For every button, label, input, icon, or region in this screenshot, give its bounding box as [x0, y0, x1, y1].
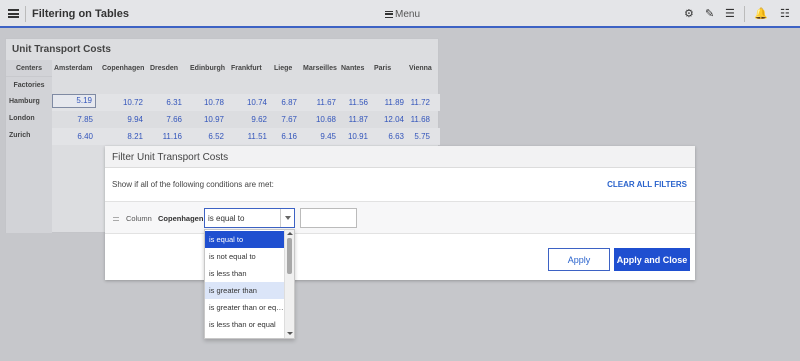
- dropdown-option[interactable]: is equal to: [205, 231, 285, 248]
- hamburger-icon[interactable]: [8, 9, 19, 18]
- filter-dialog: Filter Unit Transport Costs Show if all …: [105, 146, 695, 280]
- menu-label: Menu: [395, 9, 421, 20]
- table-cell[interactable]: 7.66: [138, 115, 182, 124]
- row-header: Hamburg: [9, 98, 40, 105]
- page-title: Filtering on Tables: [32, 8, 129, 20]
- apply-and-close-button[interactable]: Apply and Close: [614, 248, 690, 271]
- table-cell[interactable]: 6.16: [253, 132, 297, 141]
- dropdown-option[interactable]: is greater than: [205, 282, 285, 299]
- apply-button[interactable]: Apply: [548, 248, 610, 271]
- column-header[interactable]: Dresden: [150, 60, 178, 77]
- dropdown-scrollbar[interactable]: [284, 230, 294, 338]
- row-header: London: [9, 115, 35, 122]
- dropdown-option[interactable]: is greater than or equal: [205, 299, 285, 316]
- operator-select[interactable]: is equal to: [204, 208, 295, 228]
- gear-icon[interactable]: ⚙: [684, 7, 694, 21]
- column-header[interactable]: Copenhagen: [102, 60, 144, 77]
- menu-button[interactable]: Menu: [385, 9, 420, 20]
- dropdown-option[interactable]: is less than or equal: [205, 316, 285, 333]
- table-cell[interactable]: 11.16: [138, 132, 182, 141]
- table-cell[interactable]: 6.52: [180, 132, 224, 141]
- list-icon[interactable]: ☰: [725, 7, 735, 21]
- table-cell[interactable]: 11.72: [386, 98, 430, 107]
- clear-all-filters-link[interactable]: CLEAR ALL FILTERS: [607, 180, 687, 189]
- column-header[interactable]: Nantes: [341, 60, 364, 77]
- toolbar-divider: [744, 6, 745, 22]
- pencil-icon[interactable]: ✎: [705, 7, 714, 21]
- table-cell[interactable]: 9.94: [99, 115, 143, 124]
- column-label: Column: [126, 214, 152, 223]
- row-header: Zurich: [9, 132, 31, 139]
- table-title: Unit Transport Costs: [12, 44, 111, 55]
- table-cell[interactable]: 6.87: [253, 98, 297, 107]
- dropdown-option[interactable]: is not equal to: [205, 248, 285, 265]
- filter-condition-row: Column Copenhagen is equal to: [105, 201, 695, 234]
- table-cell[interactable]: 5.19: [52, 94, 96, 108]
- table-cell[interactable]: 7.67: [253, 115, 297, 124]
- table-cell[interactable]: 5.75: [386, 132, 430, 141]
- table-cell[interactable]: 10.78: [180, 98, 224, 107]
- corner-factories: Factories: [6, 77, 52, 94]
- table-cell[interactable]: 11.68: [386, 115, 430, 124]
- header-divider: [25, 6, 26, 22]
- filter-value-input[interactable]: [300, 208, 357, 228]
- column-header[interactable]: Frankfurt: [231, 60, 262, 77]
- column-header[interactable]: Vienna: [409, 60, 432, 77]
- column-header[interactable]: Amsterdam: [54, 60, 93, 77]
- scroll-down-icon[interactable]: [287, 332, 293, 335]
- operator-dropdown-list: is equal to is not equal to is less than…: [204, 229, 295, 339]
- dropdown-option[interactable]: is less than: [205, 265, 285, 282]
- column-name: Copenhagen: [158, 214, 204, 223]
- table-cell[interactable]: 8.21: [99, 132, 143, 141]
- scrollbar-thumb[interactable]: [287, 238, 292, 274]
- scroll-up-icon[interactable]: [287, 232, 293, 235]
- conditions-note: Show if all of the following conditions …: [112, 180, 274, 189]
- table-cell[interactable]: 6.40: [49, 132, 93, 141]
- table-cell[interactable]: 10.97: [180, 115, 224, 124]
- chevron-down-icon[interactable]: [280, 209, 294, 227]
- table-cell[interactable]: 10.72: [99, 98, 143, 107]
- column-header[interactable]: Marseilles: [303, 60, 337, 77]
- menu-icon: [385, 11, 393, 18]
- bell-icon[interactable]: 🔔: [754, 7, 768, 21]
- column-header[interactable]: Liege: [274, 60, 292, 77]
- corner-centers: Centers: [6, 60, 52, 77]
- table-cell[interactable]: 6.31: [138, 98, 182, 107]
- sliders-icon[interactable]: ☷: [780, 7, 790, 21]
- column-header[interactable]: Paris: [374, 60, 391, 77]
- drag-handle-icon[interactable]: [113, 217, 119, 221]
- top-bar: Filtering on Tables Menu ⚙ ✎ ☰ 🔔 ☷: [0, 0, 800, 28]
- operator-value: is equal to: [208, 214, 245, 223]
- table-cell[interactable]: 7.85: [49, 115, 93, 124]
- dialog-title: Filter Unit Transport Costs: [105, 146, 695, 168]
- column-header[interactable]: Edinburgh: [190, 60, 225, 77]
